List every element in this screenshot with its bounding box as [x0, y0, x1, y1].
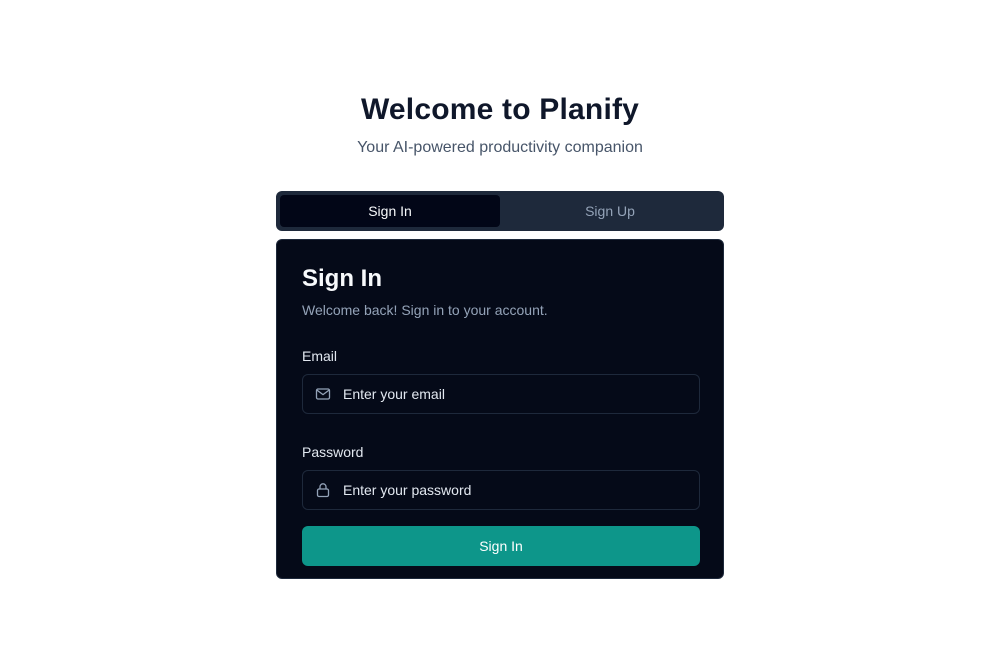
- email-field-wrapper: [302, 374, 700, 414]
- tab-sign-up[interactable]: Sign Up: [500, 195, 720, 227]
- auth-tabs: Sign In Sign Up: [276, 191, 724, 231]
- hero-section: Welcome to Planify Your AI-powered produ…: [0, 88, 1000, 160]
- page-subtitle: Your AI-powered productivity companion: [357, 139, 643, 156]
- password-input[interactable]: [343, 471, 693, 509]
- card-title: Sign In: [302, 265, 382, 292]
- mail-icon: [315, 388, 331, 400]
- sign-in-button[interactable]: Sign In: [302, 526, 700, 566]
- email-input[interactable]: [343, 375, 693, 413]
- sign-in-card: Sign In Welcome back! Sign in to your ac…: [276, 239, 724, 579]
- page-title: Welcome to Planify: [360, 93, 640, 126]
- lock-icon: [316, 483, 330, 498]
- password-label: Password: [302, 444, 364, 460]
- card-description: Welcome back! Sign in to your account.: [302, 302, 548, 318]
- password-field-wrapper: [302, 470, 700, 510]
- tab-sign-in[interactable]: Sign In: [280, 195, 500, 227]
- email-label: Email: [302, 348, 338, 364]
- auth-page: Welcome to Planify Your AI-powered produ…: [0, 0, 1000, 670]
